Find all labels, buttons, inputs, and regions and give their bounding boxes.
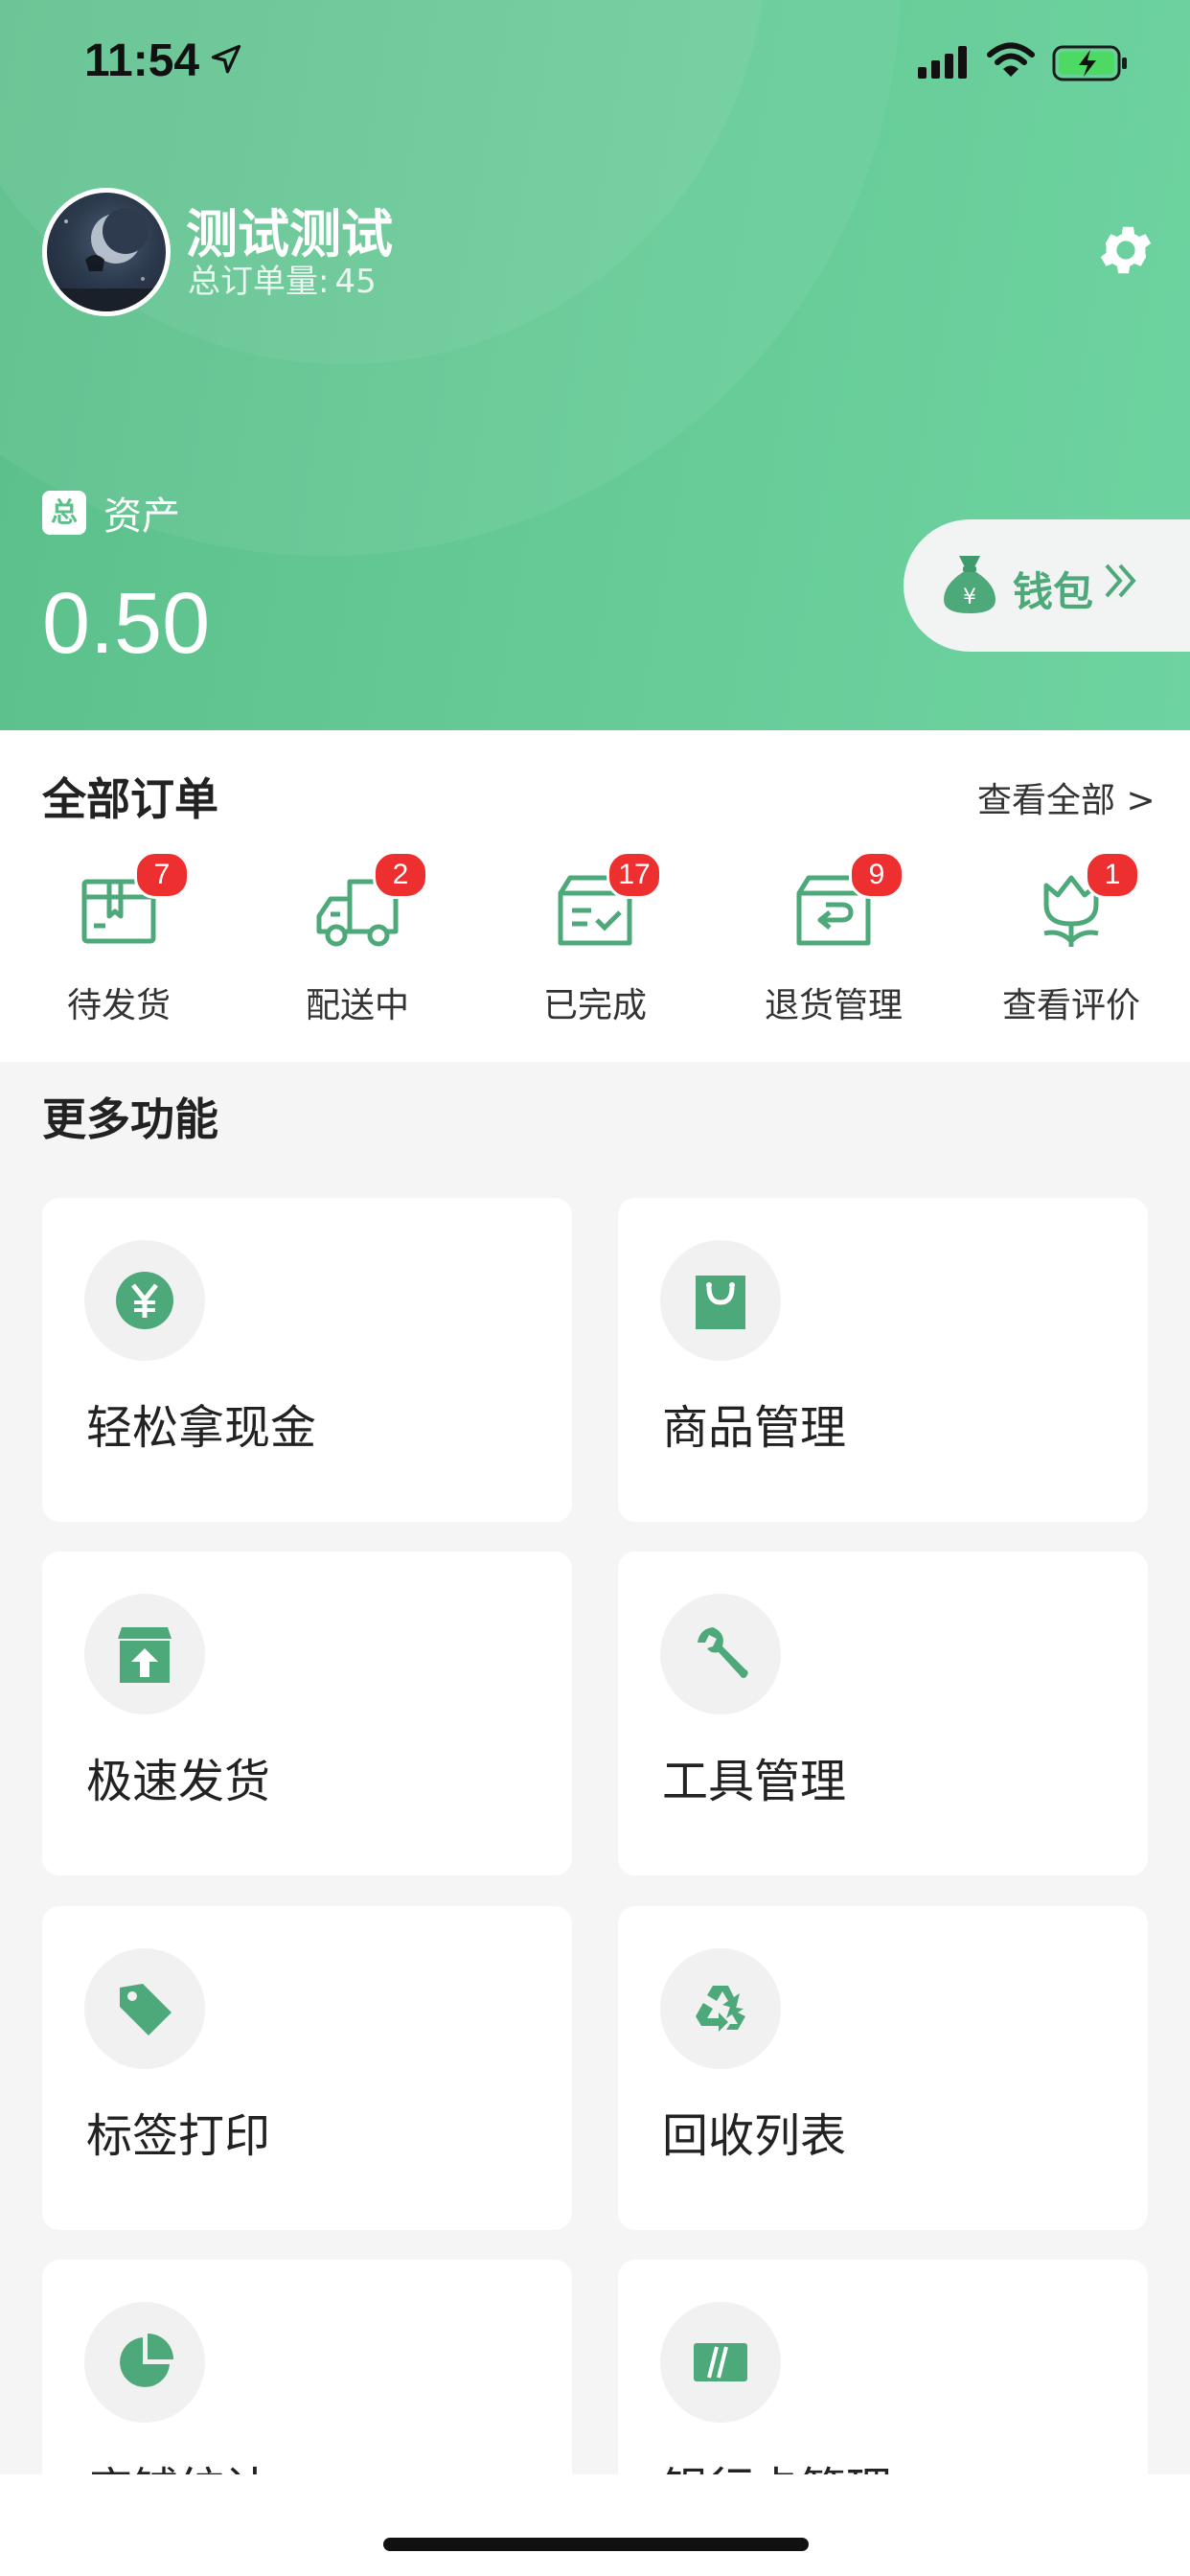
avatar[interactable]: [42, 188, 171, 316]
function-card-product-management[interactable]: 商品管理: [618, 1198, 1148, 1522]
double-chevron-right-icon: [1103, 562, 1141, 604]
gear-icon[interactable]: [1094, 218, 1157, 282]
bank-card-icon: [660, 2302, 781, 2423]
bottom-safe-area: [0, 2474, 1190, 2576]
order-status-label: 待发货: [66, 986, 171, 1025]
tag-icon: [84, 1948, 205, 2069]
function-card-recycle-list[interactable]: 回收列表: [618, 1906, 1148, 2230]
status-bar: 11:54: [0, 0, 1190, 126]
profile-header: 11:54 测试测试 总订单量: 45 总 资产 0.50 ¥ 钱包: [0, 0, 1190, 730]
order-badge: 17: [606, 851, 662, 899]
function-card-fast-shipping[interactable]: 极速发货: [42, 1552, 572, 1875]
cellular-signal-icon: [918, 46, 970, 82]
order-badge: 2: [373, 851, 428, 899]
asset-amount: 0.50: [42, 576, 211, 672]
function-label: 回收列表: [662, 2109, 847, 2163]
wallet-label: 钱包: [1013, 568, 1094, 615]
order-status-reviews[interactable]: 1 查看评价: [975, 851, 1167, 1037]
order-status-label: 配送中: [305, 986, 409, 1025]
orders-section: 全部订单 查看全部 > 7 待发货 2 配送中 17 已完成 9 退货管理 1 …: [0, 730, 1190, 1062]
order-status-label: 已完成: [542, 986, 647, 1025]
order-badge: 7: [134, 851, 190, 899]
order-badge: 1: [1085, 851, 1140, 899]
asset-total-tag: 总: [42, 491, 86, 535]
order-status-returns[interactable]: 9 退货管理: [738, 851, 929, 1037]
location-arrow-icon: [209, 42, 243, 80]
order-status-delivering[interactable]: 2 配送中: [262, 851, 453, 1037]
recycle-icon: [660, 1948, 781, 2069]
function-label: 极速发货: [86, 1755, 271, 1808]
order-status-label: 查看评价: [1001, 986, 1140, 1025]
function-card-bank-card-management[interactable]: 银行卡管理: [618, 2260, 1148, 2474]
order-status-pending-shipment[interactable]: 7 待发货: [23, 851, 215, 1037]
status-time: 11:54: [84, 35, 200, 86]
battery-charging-icon: [1052, 44, 1129, 86]
money-bag-icon: ¥: [940, 552, 999, 619]
order-status-completed[interactable]: 17 已完成: [499, 851, 691, 1037]
wrench-icon: [660, 1594, 781, 1714]
asset-label: 资产: [103, 494, 180, 539]
svg-text:¥: ¥: [963, 586, 976, 610]
function-label: 商品管理: [662, 1401, 847, 1455]
function-card-easy-cash[interactable]: 轻松拿现金: [42, 1198, 572, 1522]
yen-coin-icon: [84, 1240, 205, 1361]
pie-chart-icon: [84, 2302, 205, 2423]
order-status-label: 退货管理: [764, 986, 903, 1025]
function-label: 工具管理: [662, 1755, 847, 1808]
order-count-label: 总订单量:: [188, 263, 330, 301]
function-card-tool-management[interactable]: 工具管理: [618, 1552, 1148, 1875]
function-label: 店铺统计: [86, 2451, 270, 2474]
function-grid: 轻松拿现金 商品管理 极速发货 工具管理 标签打印 回收列表: [0, 1131, 1190, 2474]
order-badge: 9: [849, 851, 904, 899]
shopping-bag-icon: [660, 1240, 781, 1361]
total-order-count: 总订单量: 45: [188, 255, 377, 302]
home-indicator[interactable]: [383, 2538, 809, 2551]
order-count-value: 45: [334, 263, 377, 301]
wallet-button[interactable]: ¥ 钱包: [904, 519, 1190, 652]
function-label: 轻松拿现金: [86, 1401, 317, 1455]
function-label: 银行卡管理: [662, 2451, 892, 2474]
view-all-orders-link[interactable]: 查看全部 >: [977, 772, 1156, 822]
function-card-store-statistics[interactable]: 店铺统计: [42, 2260, 572, 2474]
function-card-label-printing[interactable]: 标签打印: [42, 1906, 572, 2230]
upload-box-icon: [84, 1594, 205, 1714]
orders-title: 全部订单: [42, 773, 218, 825]
function-label: 标签打印: [86, 2109, 271, 2163]
wifi-icon: [987, 42, 1035, 82]
